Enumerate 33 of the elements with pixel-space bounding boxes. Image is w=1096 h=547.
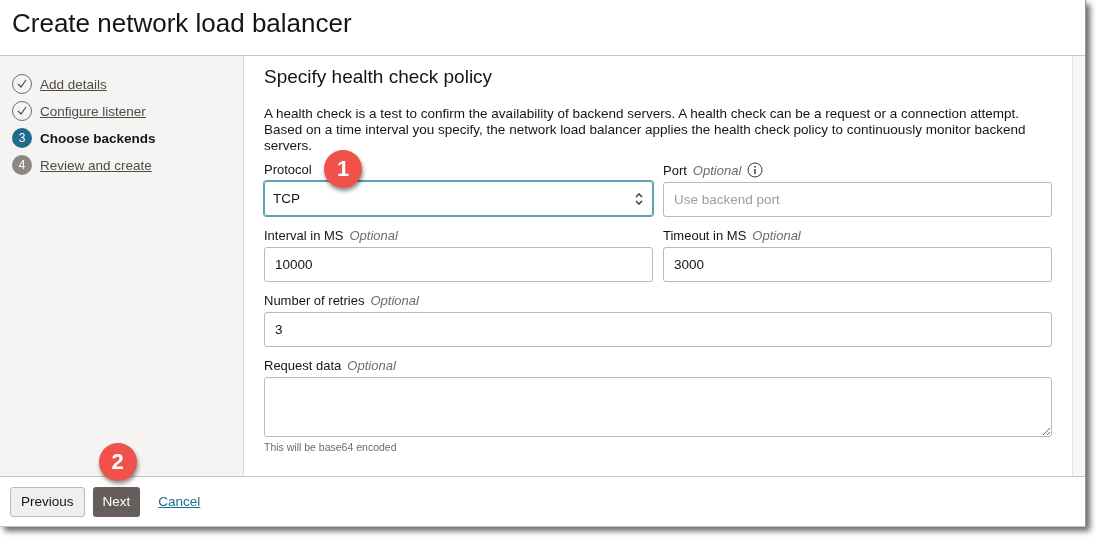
optional-label: Optional: [752, 228, 801, 243]
optional-label: Optional: [349, 228, 398, 243]
optional-label: Optional: [692, 162, 742, 178]
input-field[interactable]: 3: [264, 312, 1052, 347]
request-data-field[interactable]: [264, 377, 1052, 437]
field-label: Number of retries: [264, 293, 365, 308]
optional-label: Optional: [370, 293, 419, 308]
step-link[interactable]: Choose backends: [40, 130, 156, 146]
window-title: Create network load balancer: [12, 8, 352, 39]
field-label: Timeout in MS: [663, 228, 747, 243]
up-down-caret-icon: [634, 191, 644, 206]
cancel-link[interactable]: Cancel: [158, 494, 201, 509]
step-link[interactable]: Configure listener: [40, 103, 146, 119]
section-title: Specify health check policy: [264, 66, 494, 88]
field-label: Request data: [264, 358, 342, 373]
hint-text: This will be base64 encoded: [264, 441, 398, 453]
step-indicator: 4: [12, 155, 32, 175]
protocol-select[interactable]: TCP: [264, 181, 653, 216]
input-field[interactable]: 10000: [264, 247, 653, 282]
step-indicator: 3: [12, 128, 32, 148]
scrollbar[interactable]: [1072, 56, 1085, 476]
field-label: Interval in MS: [264, 228, 344, 243]
input-field[interactable]: 3000: [663, 247, 1052, 282]
next-button[interactable]: Next: [92, 486, 141, 517]
step-link[interactable]: Review and create: [40, 157, 152, 173]
info-icon[interactable]: [747, 162, 764, 178]
callout-badge: 1: [324, 150, 362, 188]
field-label: Protocol: [264, 162, 312, 177]
optional-label: Optional: [347, 358, 396, 373]
step-link[interactable]: Add details: [40, 76, 107, 92]
field-label: Port: [663, 162, 687, 178]
input-field[interactable]: Use backend port: [663, 182, 1052, 217]
previous-button[interactable]: Previous: [10, 486, 85, 517]
